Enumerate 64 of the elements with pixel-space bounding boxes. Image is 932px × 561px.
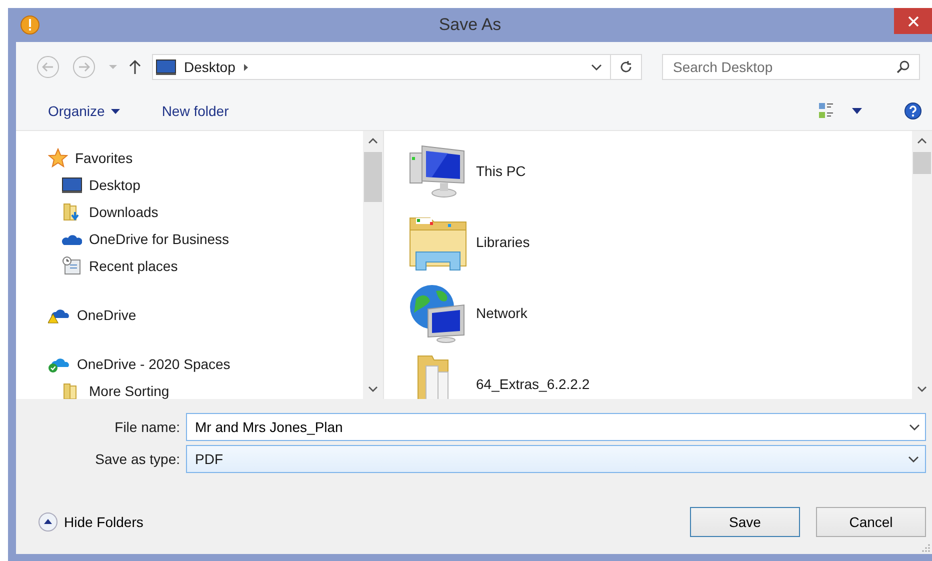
scrollbar[interactable] [912,131,932,399]
organize-button[interactable]: Organize [40,99,128,123]
chevron-down-icon[interactable] [909,424,920,431]
window-title: Save As [438,15,502,35]
save-type-label: Save as type: [94,451,180,467]
close-button[interactable] [894,8,932,34]
chevron-right-icon[interactable] [243,62,250,72]
item-label: Network [476,304,528,320]
file-item[interactable]: This PC [408,135,912,206]
item-label: 64_Extras_6.2.2.2 [476,376,590,392]
hide-folders-button[interactable]: Hide Folders [38,512,144,532]
desktop-icon [156,59,176,75]
scrollbar[interactable] [363,131,383,399]
search-field[interactable]: Search Desktop [662,54,920,80]
search-icon [896,60,910,74]
address-location[interactable]: Desktop [184,59,236,75]
file-item[interactable]: Libraries [408,206,912,277]
caret-icon [110,108,120,114]
sidebar-label: Downloads [89,204,158,220]
scroll-up-icon[interactable] [917,137,927,144]
sidebar-label: More Sorting [89,382,170,398]
sidebar-item[interactable]: Recent places [48,252,363,279]
file-name-field[interactable]: Mr and Mrs Jones_Plan [186,413,926,441]
save-button[interactable]: Save [690,507,800,537]
sidebar-item[interactable]: More Sorting [48,377,363,399]
close-icon [908,16,918,26]
sidebar-label: OneDrive for Business [89,230,230,246]
resize-grip-icon[interactable] [922,544,930,552]
scroll-up-icon[interactable] [368,137,378,144]
up-arrow-icon[interactable] [128,59,142,75]
item-label: Libraries [476,234,530,250]
sidebar-item[interactable]: Favorites [48,145,363,171]
cancel-button[interactable]: Cancel [816,507,926,537]
chevron-down-icon [908,456,919,462]
scroll-thumb[interactable] [364,152,382,202]
sidebar-item[interactable]: OneDrive [48,302,363,328]
scroll-thumb[interactable] [913,152,931,174]
sidebar-item[interactable]: Downloads [48,198,363,225]
refresh-icon[interactable] [619,60,633,74]
caret-icon[interactable] [852,108,862,114]
sidebar-label: OneDrive [77,307,136,323]
collapse-icon [38,512,58,532]
sidebar-label: Desktop [89,176,140,192]
sidebar-label: Recent places [89,258,178,274]
file-name-label: File name: [114,419,180,435]
save-type-dropdown[interactable]: PDF [186,445,926,473]
recent-places-icon [62,256,82,276]
warning-icon [20,15,40,35]
sidebar-label: OneDrive - 2020 Spaces [77,356,230,372]
desktop-icon [62,176,82,192]
file-item[interactable]: Network [408,277,912,348]
new-folder-button[interactable]: New folder [154,99,237,123]
address-bar[interactable]: Desktop [152,54,642,80]
sidebar-item[interactable]: Desktop [48,171,363,198]
item-label: This PC [476,162,526,178]
sidebar-item[interactable]: OneDrive for Business [48,225,363,252]
chevron-down-icon[interactable] [591,64,602,70]
file-item[interactable]: 64_Extras_6.2.2.2 [408,348,912,399]
star-icon [48,148,68,168]
sidebar-item[interactable]: OneDrive - 2020 Spaces [48,351,363,377]
sidebar-label: Favorites [75,150,133,166]
scroll-down-icon[interactable] [368,386,378,393]
scroll-down-icon[interactable] [917,386,927,393]
help-icon[interactable] [904,102,922,120]
